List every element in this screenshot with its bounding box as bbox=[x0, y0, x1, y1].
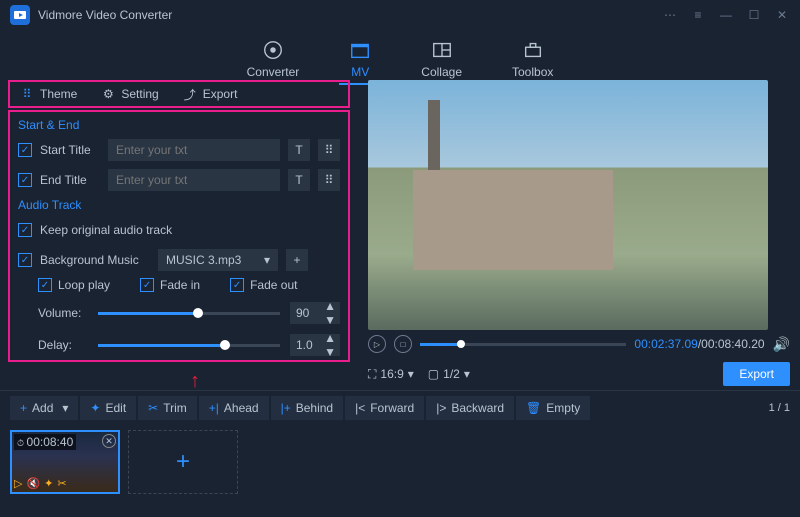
converter-icon bbox=[262, 39, 284, 61]
start-title-checkbox[interactable] bbox=[18, 143, 32, 157]
end-text-style-button[interactable]: T bbox=[288, 169, 310, 191]
delay-slider[interactable] bbox=[98, 344, 280, 347]
export-icon: ⤴ bbox=[183, 87, 197, 101]
setting-icon: ⚙ bbox=[101, 87, 115, 101]
aspect-ratio-select[interactable]: ⛶16:9▾ bbox=[368, 367, 414, 382]
start-text-style-button[interactable]: T bbox=[288, 139, 310, 161]
trim-button[interactable]: ✂Trim bbox=[138, 396, 197, 420]
annotation-arrow: ↑ bbox=[190, 370, 200, 393]
start-grid-button[interactable]: ⠿ bbox=[318, 139, 340, 161]
delay-label: Delay: bbox=[38, 338, 88, 352]
edit-button[interactable]: ✦Edit bbox=[80, 396, 136, 420]
clip-thumbnail[interactable]: ⏱ 00:08:40 ✕ ▷ 🔇 ✦ ✂ bbox=[10, 430, 120, 494]
preview-panel: ▷ □ 00:02:37.09/00:08:40.20 🔊 ⛶16:9▾ ▢1/… bbox=[358, 80, 800, 390]
total-time: /00:08:40.20 bbox=[698, 337, 765, 351]
clip-duration: ⏱ 00:08:40 bbox=[14, 434, 76, 450]
fade-out-checkbox[interactable] bbox=[230, 278, 244, 292]
progress-bar[interactable] bbox=[420, 343, 626, 346]
chevron-down-icon: ▾ bbox=[264, 253, 270, 267]
maximize-icon[interactable]: ☐ bbox=[746, 7, 762, 23]
titlebar: Vidmore Video Converter ⋯ ≡ — ☐ ✕ bbox=[0, 0, 800, 30]
keep-original-label: Keep original audio track bbox=[40, 223, 172, 237]
toolbox-icon bbox=[522, 39, 544, 61]
end-title-label: End Title bbox=[40, 173, 100, 187]
nav-converter[interactable]: Converter bbox=[237, 35, 310, 83]
close-icon[interactable]: ✕ bbox=[774, 7, 790, 23]
thumb-edit-icon[interactable]: ✦ bbox=[44, 477, 53, 490]
loop-play-checkbox[interactable] bbox=[38, 278, 52, 292]
add-music-button[interactable]: + bbox=[286, 249, 308, 271]
video-preview[interactable] bbox=[368, 80, 768, 330]
nav-toolbox[interactable]: Toolbox bbox=[502, 35, 563, 83]
clip-toolbar: +Add▾ ✦Edit ✂Trim +|Ahead |+Behind |<For… bbox=[0, 390, 800, 424]
thumb-trim-icon[interactable]: ✂ bbox=[57, 477, 66, 490]
app-logo bbox=[10, 5, 30, 25]
tab-export[interactable]: ⤴ Export bbox=[173, 83, 248, 105]
add-button[interactable]: +Add▾ bbox=[10, 396, 78, 420]
end-grid-button[interactable]: ⠿ bbox=[318, 169, 340, 191]
ahead-button[interactable]: +|Ahead bbox=[199, 396, 269, 420]
volume-spinner[interactable]: 90▲▼ bbox=[290, 302, 340, 324]
collage-icon bbox=[431, 39, 453, 61]
section-audio-track: Audio Track bbox=[18, 198, 340, 212]
minimize-icon[interactable]: — bbox=[718, 7, 734, 23]
bg-music-select[interactable]: MUSIC 3.mp3 ▾ bbox=[158, 249, 278, 271]
add-clip-button[interactable]: + bbox=[128, 430, 238, 494]
theme-icon: ⠿ bbox=[20, 87, 34, 101]
start-title-label: Start Title bbox=[40, 143, 100, 157]
app-title: Vidmore Video Converter bbox=[38, 8, 172, 22]
delay-spinner[interactable]: 1.0▲▼ bbox=[290, 334, 340, 356]
behind-button[interactable]: |+Behind bbox=[271, 396, 344, 420]
play-button[interactable]: ▷ bbox=[368, 335, 386, 353]
bg-music-checkbox[interactable] bbox=[18, 253, 32, 267]
stop-button[interactable]: □ bbox=[394, 335, 412, 353]
forward-button[interactable]: |<Forward bbox=[345, 396, 424, 420]
section-start-end: Start & End bbox=[18, 118, 340, 132]
backward-button[interactable]: |>Backward bbox=[426, 396, 514, 420]
volume-icon[interactable]: 🔊 bbox=[773, 336, 790, 353]
mv-icon bbox=[349, 39, 371, 61]
start-title-input[interactable] bbox=[108, 139, 280, 161]
bg-music-label: Background Music bbox=[40, 253, 150, 267]
nav-collage[interactable]: Collage bbox=[411, 35, 472, 83]
tab-theme[interactable]: ⠿ Theme bbox=[10, 83, 87, 105]
keep-original-checkbox[interactable] bbox=[18, 223, 32, 237]
thumb-mute-icon[interactable]: 🔇 bbox=[26, 477, 40, 490]
plus-icon: + bbox=[176, 448, 190, 476]
tab-setting[interactable]: ⚙ Setting bbox=[91, 83, 168, 105]
end-title-input[interactable] bbox=[108, 169, 280, 191]
page-info: 1 / 1 bbox=[769, 402, 790, 414]
volume-slider[interactable] bbox=[98, 312, 280, 315]
fade-in-checkbox[interactable] bbox=[140, 278, 154, 292]
main-nav: Converter MV Collage Toolbox bbox=[0, 30, 800, 80]
nav-mv[interactable]: MV bbox=[339, 35, 381, 85]
settings-panel: ⠿ Theme ⚙ Setting ⤴ Export Start & End S… bbox=[0, 80, 358, 390]
feedback-icon[interactable]: ⋯ bbox=[662, 7, 678, 23]
empty-button[interactable]: 🗑Empty bbox=[516, 396, 590, 420]
thumb-play-icon[interactable]: ▷ bbox=[14, 477, 22, 490]
volume-label: Volume: bbox=[38, 306, 88, 320]
export-button[interactable]: Export bbox=[723, 362, 790, 386]
page-select[interactable]: ▢1/2▾ bbox=[428, 367, 470, 381]
remove-clip-button[interactable]: ✕ bbox=[102, 434, 116, 448]
end-title-checkbox[interactable] bbox=[18, 173, 32, 187]
thumbnail-strip: ⏱ 00:08:40 ✕ ▷ 🔇 ✦ ✂ + bbox=[0, 424, 800, 500]
menu-icon[interactable]: ≡ bbox=[690, 7, 706, 23]
current-time: 00:02:37.09 bbox=[634, 337, 697, 351]
